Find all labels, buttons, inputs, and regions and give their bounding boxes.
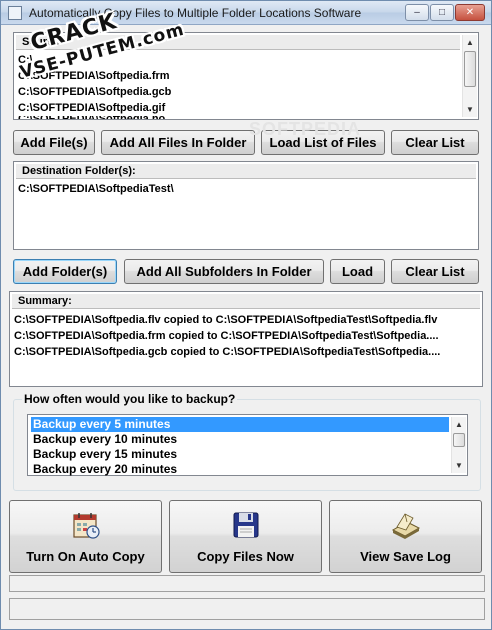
open-book-icon — [391, 513, 420, 539]
calendar-clock-icon — [72, 513, 100, 539]
copy-now-label: Copy Files Now — [197, 549, 294, 564]
view-save-log-button[interactable]: View Save Log — [329, 500, 482, 573]
copy-files-now-button[interactable]: Copy Files Now — [169, 500, 322, 573]
list-item[interactable]: C:\SOFTPEDIA\Softpedia.frm — [18, 68, 170, 84]
add-all-subfolders-button[interactable]: Add All Subfolders In Folder — [124, 259, 324, 284]
backup-frequency-group: How often would you like to backup? Back… — [13, 392, 481, 491]
status-bar — [9, 598, 485, 620]
title-bar[interactable]: Automatically Copy Files to Multiple Fol… — [1, 1, 491, 25]
summary-line: C:\SOFTPEDIA\Softpedia.frm copied to C:\… — [14, 330, 439, 342]
source-list-header: Source — [16, 35, 460, 50]
scroll-down-icon[interactable]: ▼ — [463, 102, 477, 117]
turn-on-auto-copy-button[interactable]: Turn On Auto Copy — [9, 500, 162, 573]
add-folders-button[interactable]: Add Folder(s) — [13, 259, 117, 284]
source-file-list[interactable]: Source C:\ C:\SOFTPEDIA\Softpedia.frm C:… — [13, 32, 479, 120]
destination-folder-list[interactable]: Destination Folder(s): C:\SOFTPEDIA\Soft… — [13, 161, 479, 250]
minimize-button[interactable]: – — [405, 4, 429, 21]
summary-list[interactable]: Summary: C:\SOFTPEDIA\Softpedia.flv copi… — [9, 291, 483, 387]
auto-copy-label: Turn On Auto Copy — [26, 549, 145, 564]
scroll-up-icon[interactable]: ▲ — [452, 417, 466, 432]
source-scrollbar[interactable]: ▲ ▼ — [462, 35, 477, 117]
backup-frequency-list[interactable]: Backup every 5 minutes Backup every 10 m… — [27, 414, 468, 476]
clear-destination-list-button[interactable]: Clear List — [391, 259, 479, 284]
view-log-label: View Save Log — [360, 549, 451, 564]
list-item[interactable]: C:\SOFTPEDIA\SoftpediaTest\ — [18, 181, 174, 197]
destination-list-header: Destination Folder(s): — [16, 164, 476, 179]
backup-option-10[interactable]: Backup every 10 minutes — [31, 432, 177, 447]
floppy-disk-icon — [233, 512, 258, 538]
backup-option-15[interactable]: Backup every 15 minutes — [31, 447, 177, 462]
maximize-button[interactable]: □ — [430, 4, 454, 21]
backup-scrollbar[interactable]: ▲ ▼ — [451, 417, 466, 473]
app-window: Automatically Copy Files to Multiple Fol… — [0, 0, 492, 630]
clear-source-list-button[interactable]: Clear List — [391, 130, 479, 155]
summary-header: Summary: — [12, 294, 480, 309]
backup-option-5[interactable]: Backup every 5 minutes — [31, 417, 449, 432]
scroll-up-icon[interactable]: ▲ — [463, 35, 477, 50]
progress-bar — [9, 575, 485, 592]
list-item[interactable]: C:\SOFTPEDIA\Softpedia.ho — [18, 116, 165, 119]
summary-line: C:\SOFTPEDIA\Softpedia.gcb copied to C:\… — [14, 346, 441, 358]
load-destination-button[interactable]: Load — [330, 259, 385, 284]
scroll-thumb[interactable] — [453, 433, 465, 447]
add-files-button[interactable]: Add File(s) — [13, 130, 95, 155]
close-button[interactable]: ✕ — [455, 4, 485, 21]
summary-line: C:\SOFTPEDIA\Softpedia.flv copied to C:\… — [14, 314, 438, 326]
window-title: Automatically Copy Files to Multiple Fol… — [29, 6, 362, 20]
scroll-thumb[interactable] — [464, 51, 476, 87]
backup-option-20[interactable]: Backup every 20 minutes — [31, 462, 177, 477]
softpedia-watermark: SOFTPEDIA — [249, 119, 362, 139]
app-icon — [8, 6, 22, 20]
list-item[interactable]: C:\ — [18, 52, 33, 68]
backup-frequency-label: How often would you like to backup? — [22, 392, 238, 406]
add-all-files-in-folder-button[interactable]: Add All Files In Folder — [101, 130, 255, 155]
list-item[interactable]: C:\SOFTPEDIA\Softpedia.gif — [18, 100, 165, 116]
scroll-down-icon[interactable]: ▼ — [452, 458, 466, 473]
list-item[interactable]: C:\SOFTPEDIA\Softpedia.gcb — [18, 84, 171, 100]
